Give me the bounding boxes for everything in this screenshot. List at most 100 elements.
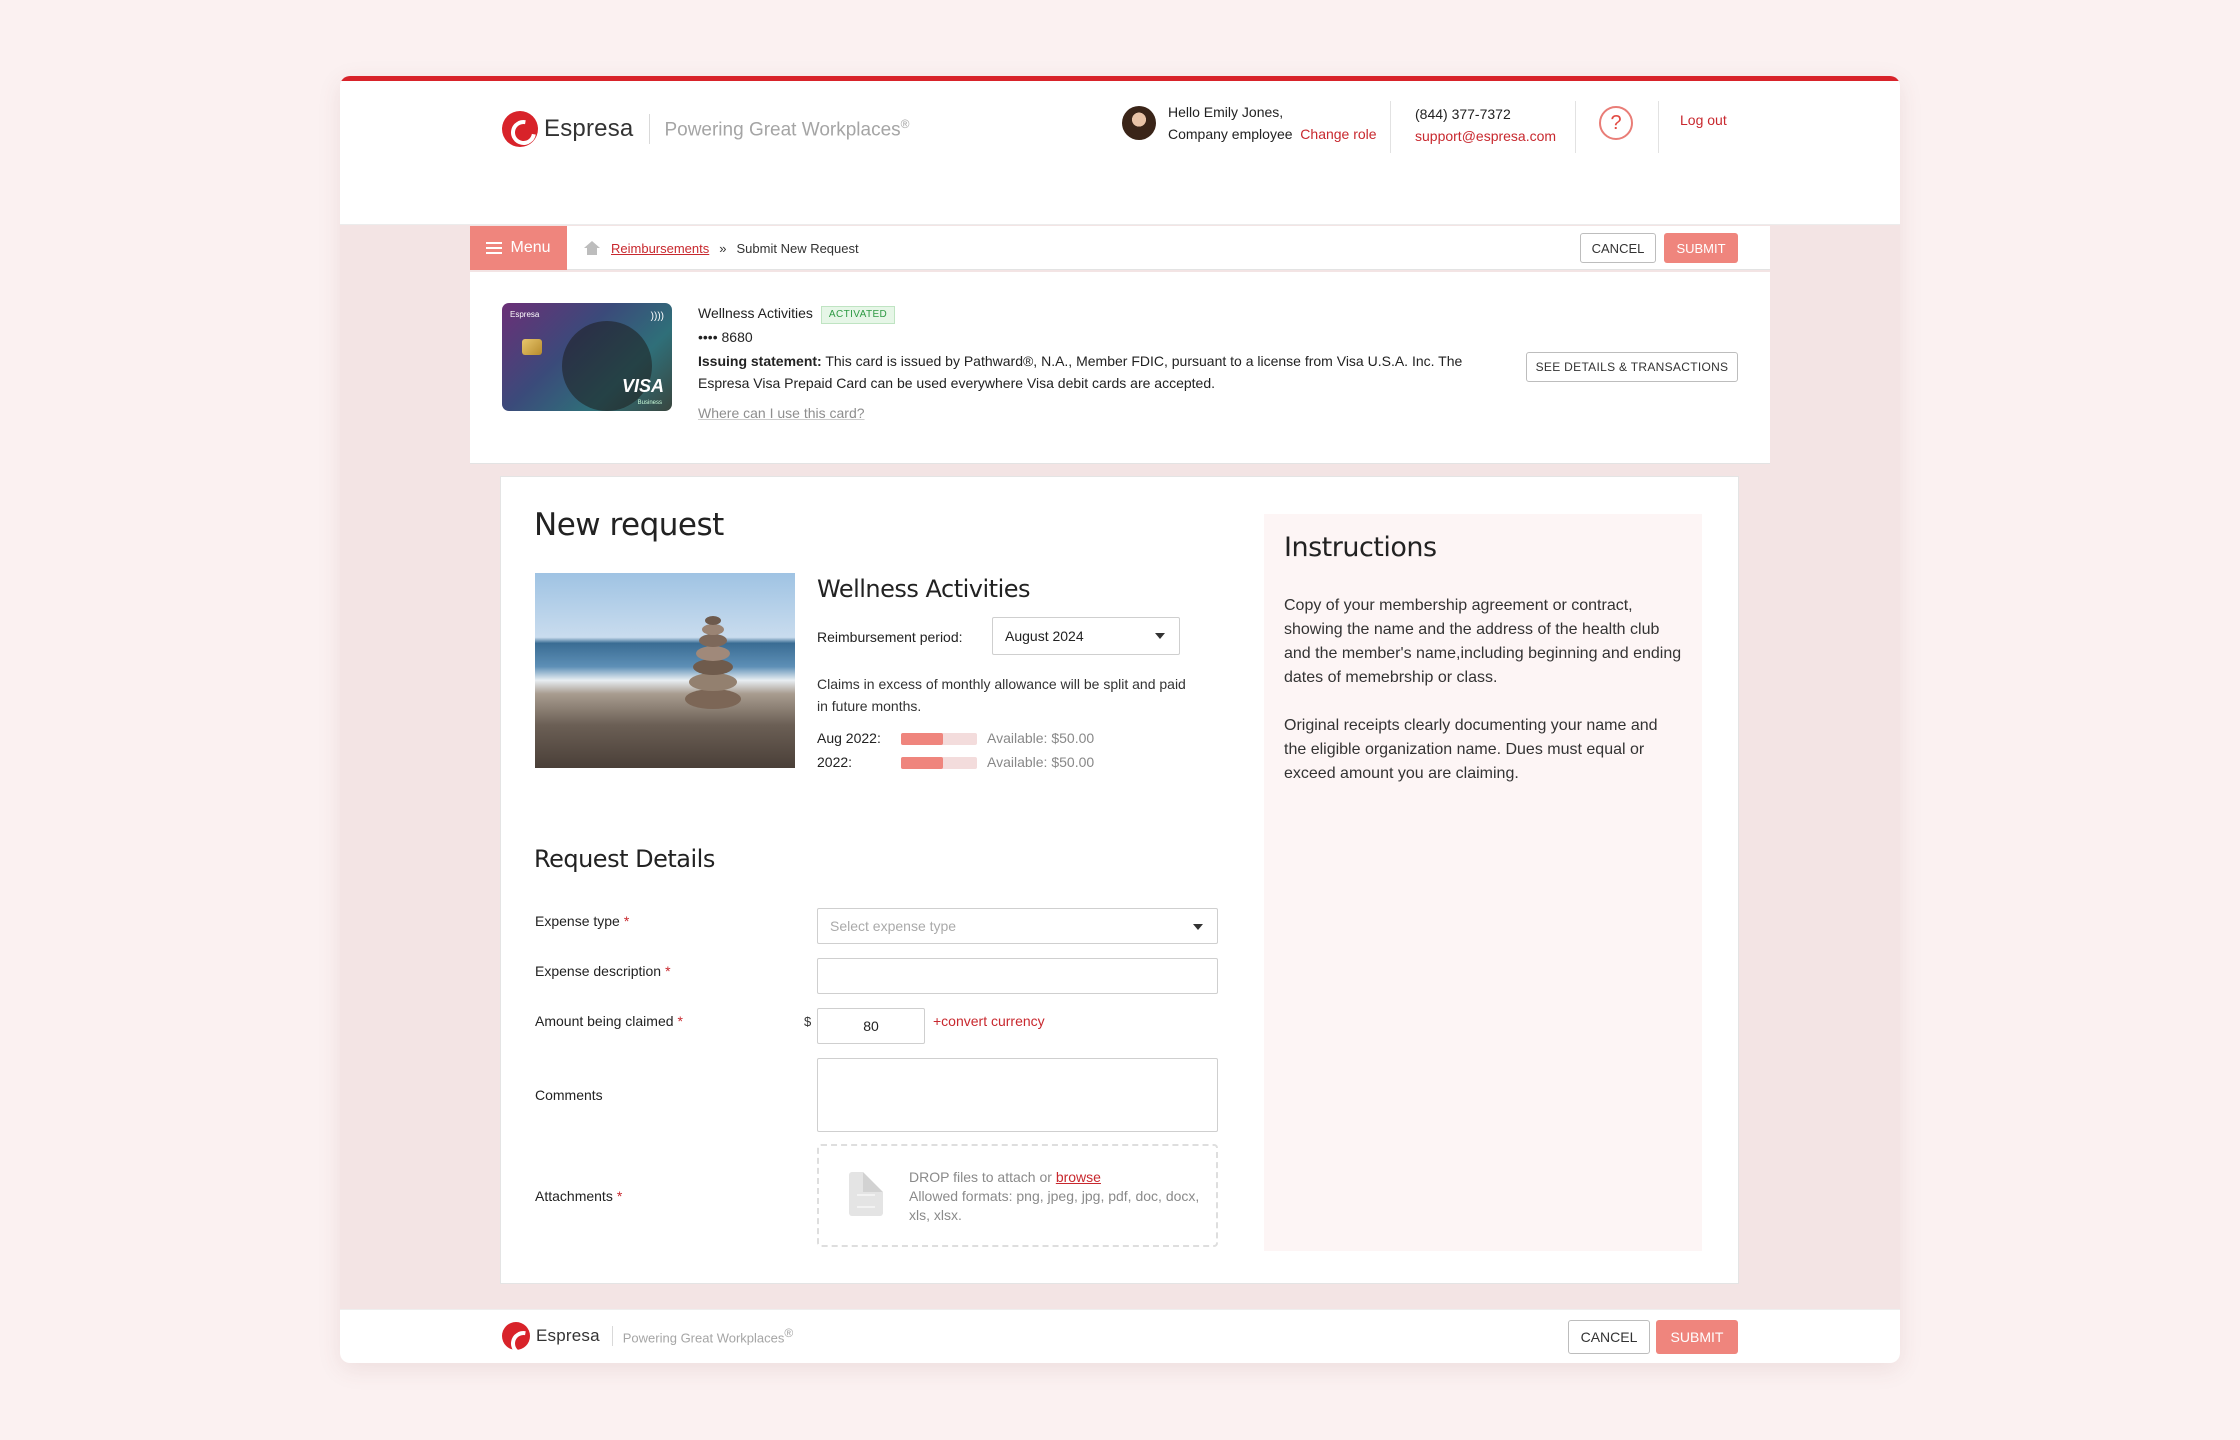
request-form-card: New request Wellness Activities Reimburs… <box>500 476 1739 1284</box>
expense-type-label: Expense type * <box>535 913 630 929</box>
contactless-icon: )))) <box>650 311 664 322</box>
cancel-button[interactable]: CANCEL <box>1580 233 1656 263</box>
photo-stone <box>705 616 721 625</box>
instructions-title: Instructions <box>1284 532 1437 563</box>
page-title: New request <box>534 507 724 543</box>
period-label: Reimbursement period: <box>817 629 963 645</box>
file-icon <box>849 1172 883 1216</box>
comments-label: Comments <box>535 1087 603 1103</box>
logo-divider <box>611 1326 613 1346</box>
logo-divider <box>649 114 651 144</box>
breadcrumb: Reimbursements » Submit New Request <box>583 226 859 270</box>
expense-type-placeholder: Select expense type <box>830 918 957 934</box>
allowance-bar-fill <box>901 757 943 769</box>
convert-currency-link[interactable]: +convert currency <box>933 1013 1045 1029</box>
photo-stone <box>699 634 727 647</box>
photo-stone <box>685 689 741 709</box>
allowance-bar-fill <box>901 733 943 745</box>
support-phone: (844) 377-7372 <box>1415 106 1511 122</box>
card-info: Wellness Activities ACTIVATED •••• 8680 I… <box>698 302 1518 424</box>
allowance-available: Available: $50.00 <box>987 730 1095 746</box>
amount-input[interactable]: 80 <box>817 1008 925 1044</box>
footer-submit-button[interactable]: SUBMIT <box>1656 1320 1738 1354</box>
support-contact: (844) 377-7372 support@espresa.com <box>1415 103 1556 147</box>
dropzone-text: DROP files to attach or browse Allowed f… <box>909 1169 1200 1223</box>
card-title: Wellness Activities <box>698 305 813 321</box>
instructions-panel: Instructions Copy of your membership agr… <box>1264 514 1702 1251</box>
attachments-dropzone[interactable]: DROP files to attach or browse Allowed f… <box>817 1144 1218 1247</box>
chevron-down-icon <box>1193 924 1203 930</box>
wellness-photo <box>535 573 795 768</box>
change-role-link[interactable]: Change role <box>1300 126 1376 142</box>
breadcrumb-reimbursements[interactable]: Reimbursements <box>611 241 709 256</box>
visa-logo: VISA <box>621 376 664 396</box>
allowance-label: 2022: <box>817 754 853 770</box>
help-icon[interactable]: ? <box>1599 106 1633 140</box>
home-icon[interactable] <box>583 241 601 255</box>
espresa-logo-icon <box>502 111 538 147</box>
photo-stone <box>696 646 730 661</box>
brand-logo[interactable]: Espresa Powering Great Workplaces® <box>502 111 910 147</box>
card-chip-icon <box>522 339 542 355</box>
toolbar: Menu Reimbursements » Submit New Request… <box>470 226 1770 270</box>
card-number: •••• 8680 <box>698 329 753 345</box>
footer: Espresa Powering Great Workplaces® CANCE… <box>340 1309 1900 1363</box>
amount-label: Amount being claimed * <box>535 1013 683 1029</box>
browse-link[interactable]: browse <box>1056 1169 1101 1185</box>
header-divider <box>1390 101 1391 153</box>
allowance-label: Aug 2022: <box>817 730 881 746</box>
espresa-logo-icon <box>502 1322 530 1350</box>
currency-symbol: $ <box>804 1014 812 1029</box>
comments-textarea[interactable] <box>817 1058 1218 1132</box>
submit-button[interactable]: SUBMIT <box>1664 233 1738 263</box>
allowance-row: 2022: Available: $50.00 <box>817 754 1094 770</box>
expense-description-label: Expense description * <box>535 963 671 979</box>
user-role: Company employee <box>1168 126 1293 142</box>
breadcrumb-current: Submit New Request <box>736 240 859 256</box>
period-value: August 2024 <box>1005 628 1084 644</box>
attachments-label: Attachments * <box>535 1188 623 1204</box>
breadcrumb-separator: » <box>719 240 727 256</box>
allowed-formats: Allowed formats: png, jpeg, jpg, pdf, do… <box>909 1188 1200 1223</box>
card-brand: Espresa <box>510 310 540 319</box>
allowance-row: Aug 2022: Available: $50.00 <box>817 730 1094 746</box>
logout-link[interactable]: Log out <box>1680 112 1727 128</box>
program-title: Wellness Activities <box>817 575 1031 603</box>
menu-label: Menu <box>510 239 551 256</box>
photo-stone <box>689 673 737 691</box>
expense-type-select[interactable]: Select expense type <box>817 908 1218 944</box>
header: Espresa Powering Great Workplaces® Hello… <box>340 81 1900 225</box>
allowance-bar <box>901 733 977 745</box>
allowance-available: Available: $50.00 <box>987 754 1095 770</box>
instructions-paragraph: Copy of your membership agreement or con… <box>1284 597 1682 686</box>
instructions-paragraph: Original receipts clearly documenting yo… <box>1284 717 1658 782</box>
period-select[interactable]: August 2024 <box>992 617 1180 655</box>
claims-note: Claims in excess of monthly allowance wi… <box>817 676 1186 714</box>
photo-stone <box>693 659 733 675</box>
header-divider <box>1658 101 1659 153</box>
chevron-down-icon <box>1155 633 1165 639</box>
support-email-link[interactable]: support@espresa.com <box>1415 125 1556 147</box>
footer-logo[interactable]: Espresa Powering Great Workplaces® <box>502 1322 793 1350</box>
request-details-title: Request Details <box>534 845 715 873</box>
allowance-bar <box>901 757 977 769</box>
issuing-label: Issuing statement: <box>698 353 822 369</box>
header-divider <box>1575 101 1576 153</box>
prepaid-card-image: Espresa )))) VISA Business <box>502 303 672 411</box>
footer-cancel-button[interactable]: CANCEL <box>1568 1320 1650 1354</box>
user-block: Hello Emily Jones, Company employee Chan… <box>1122 101 1377 145</box>
see-details-button[interactable]: SEE DETAILS & TRANSACTIONS <box>1526 352 1738 382</box>
visa-business-label: Business <box>637 400 662 406</box>
card-swirl <box>562 321 652 411</box>
photo-stone <box>702 624 724 635</box>
menu-button[interactable]: Menu <box>470 226 567 270</box>
expense-description-input[interactable] <box>817 958 1218 994</box>
user-greeting: Hello Emily Jones, <box>1168 104 1284 120</box>
brand-name: Espresa <box>544 115 634 142</box>
brand-name: Espresa <box>536 1326 600 1345</box>
where-use-card-link[interactable]: Where can I use this card? <box>698 402 1518 424</box>
brand-tagline: Powering Great Workplaces® <box>622 1326 794 1346</box>
brand-tagline: Powering Great Workplaces® <box>664 116 910 141</box>
card-summary: Espresa )))) VISA Business Wellness Acti… <box>470 272 1770 464</box>
avatar[interactable] <box>1122 106 1156 140</box>
